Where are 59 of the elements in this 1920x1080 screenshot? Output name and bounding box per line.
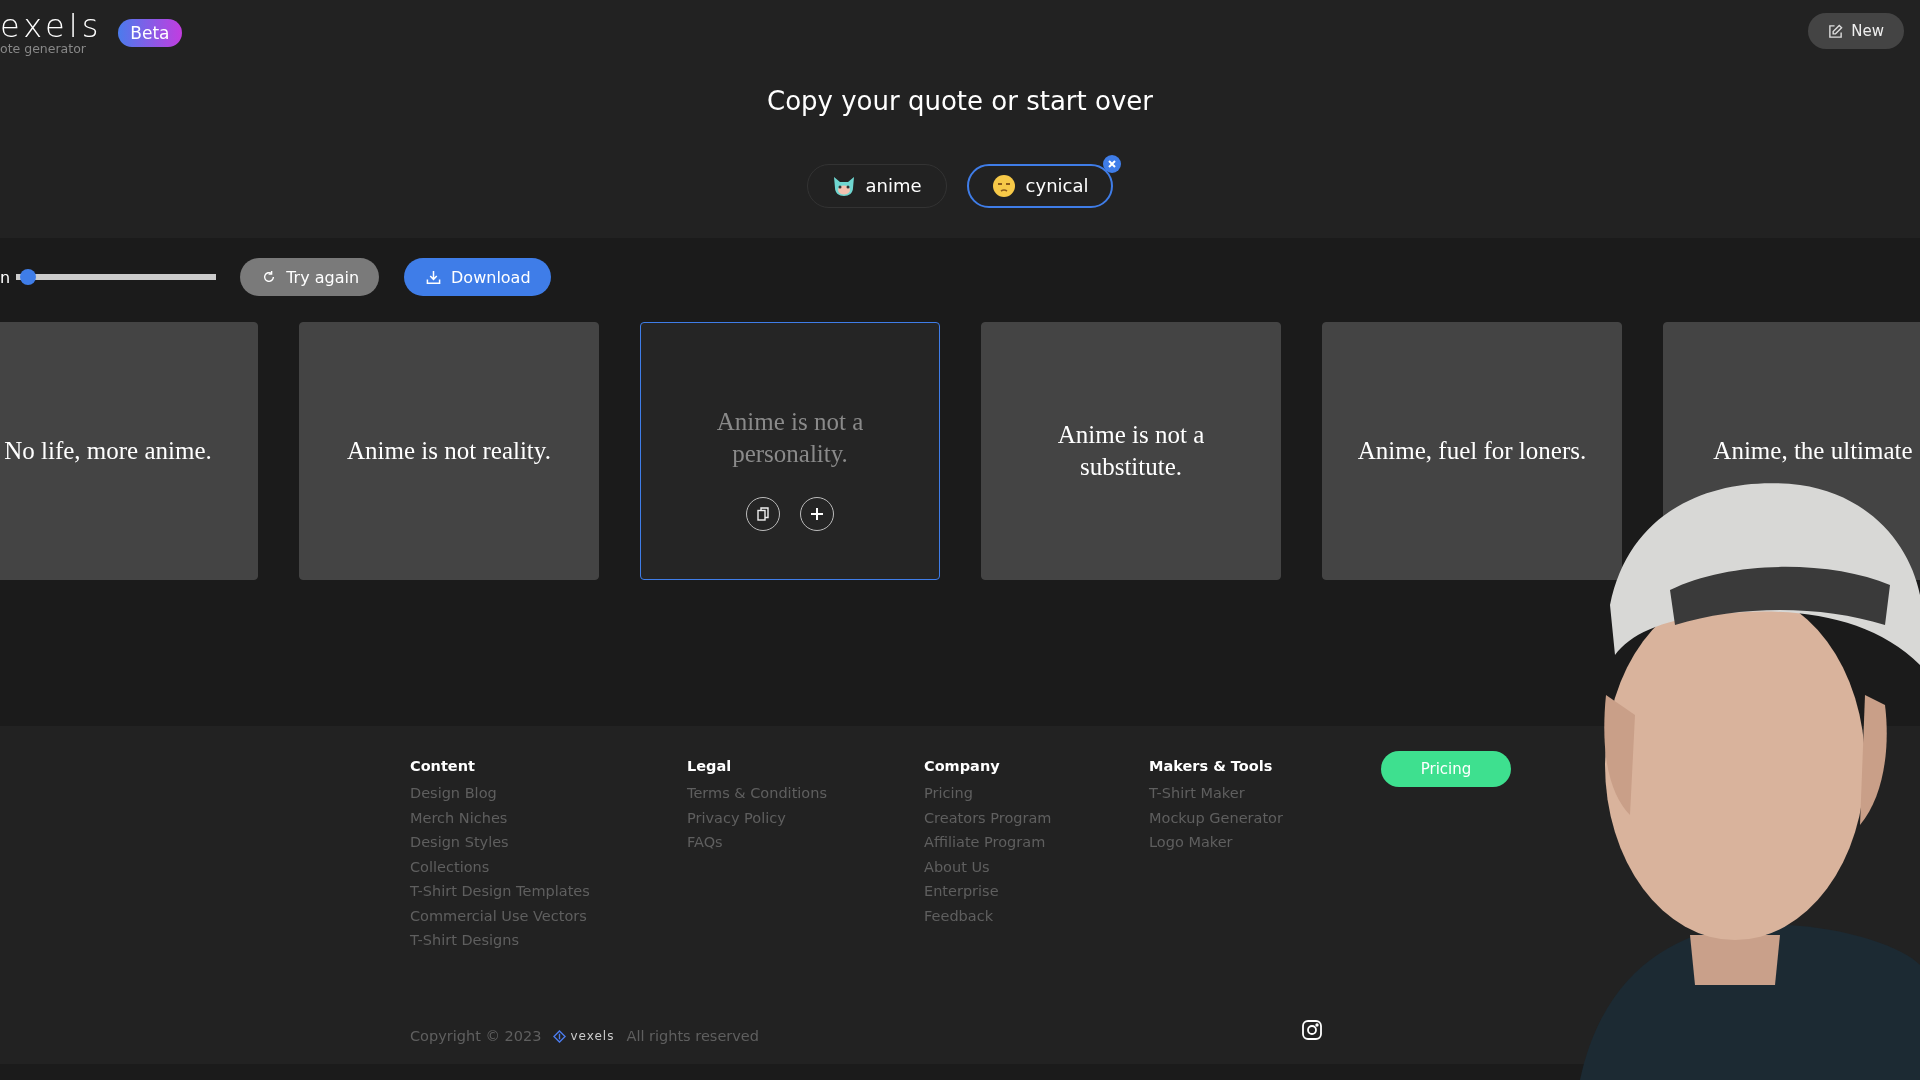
remove-icon[interactable] xyxy=(1103,154,1122,173)
footer-link[interactable]: Commercial Use Vectors xyxy=(410,903,687,928)
quote-text: Anime is not a substitute. xyxy=(1056,419,1206,482)
footer-link[interactable]: FAQs xyxy=(687,830,924,855)
footer-link[interactable]: Logo Maker xyxy=(1149,830,1381,855)
diamond-logo-icon xyxy=(553,1029,567,1043)
quote-text: Anime is not reality. xyxy=(347,435,551,466)
footer-heading: Makers & Tools xyxy=(1149,758,1274,774)
download-button[interactable]: Download xyxy=(404,258,551,296)
cat-face-icon xyxy=(831,174,856,197)
footer-link[interactable]: About Us xyxy=(924,854,1149,879)
logo-tagline: ote generator xyxy=(0,43,87,56)
refresh-icon xyxy=(262,270,277,284)
quote-card[interactable]: Anime is not a personality. xyxy=(640,322,940,580)
quote-card[interactable]: Anime is not reality. xyxy=(299,322,599,580)
quote-card[interactable]: Anime, fuel for loners. xyxy=(1322,322,1622,580)
quote-card[interactable]: Anime is not a substitute. xyxy=(981,322,1281,580)
slider-label: n xyxy=(0,267,11,287)
quote-text: Anime, the ultimate xyxy=(1713,435,1913,466)
footer-link[interactable]: Enterprise xyxy=(924,879,1149,904)
footer-link[interactable]: T-Shirt Designs xyxy=(410,928,687,953)
brand-text: vexels xyxy=(570,1029,615,1043)
plus-icon xyxy=(810,506,824,521)
footer-link[interactable]: Affiliate Program xyxy=(924,830,1149,855)
try-again-button[interactable]: Try again xyxy=(240,258,380,296)
instagram-icon[interactable] xyxy=(1302,1020,1322,1040)
quote-text: No life, more anime. xyxy=(4,435,212,466)
footer-link[interactable]: Design Blog xyxy=(410,781,687,806)
logo-text: exels xyxy=(0,10,103,42)
footer-heading: Legal xyxy=(687,758,733,774)
tag-chip[interactable]: cynical xyxy=(966,163,1114,208)
unamused-face-icon xyxy=(991,173,1016,198)
footer-link[interactable]: T-Shirt Design Templates xyxy=(410,879,687,904)
beta-badge: Beta xyxy=(118,18,182,47)
copyright-text: Copyright © 2023 xyxy=(410,1028,542,1044)
pricing-button[interactable]: Pricing xyxy=(1381,751,1511,787)
footer-heading: Company xyxy=(924,758,1001,774)
quote-text: Anime is not a personality. xyxy=(715,406,865,469)
page-heading: Copy your quote or start over xyxy=(767,85,1153,116)
footer-link[interactable]: Design Styles xyxy=(410,830,687,855)
download-icon xyxy=(426,269,442,285)
footer-link[interactable]: Mockup Generator xyxy=(1149,805,1381,830)
copy-icon xyxy=(756,506,770,521)
footer-heading: Content xyxy=(410,758,476,774)
quote-card[interactable]: No life, more anime. xyxy=(0,322,258,580)
rights-text: All rights reserved xyxy=(626,1028,759,1044)
slider-thumb[interactable] xyxy=(19,269,36,285)
new-button[interactable]: New xyxy=(1808,13,1904,49)
footer-link[interactable]: Privacy Policy xyxy=(687,805,924,830)
footer-link[interactable]: Terms & Conditions xyxy=(687,781,924,806)
footer-link[interactable]: T-Shirt Maker xyxy=(1149,781,1381,806)
footer-link[interactable]: Merch Niches xyxy=(410,805,687,830)
footer-link[interactable]: Creators Program xyxy=(924,805,1149,830)
footer-link[interactable]: Pricing xyxy=(924,781,1149,806)
footer-link[interactable]: Collections xyxy=(410,854,687,879)
footer-link[interactable]: Feedback xyxy=(924,903,1149,928)
tag-chip[interactable]: anime xyxy=(806,163,947,208)
edit-icon xyxy=(1828,23,1844,39)
quote-text: Anime, fuel for loners. xyxy=(1357,435,1587,466)
